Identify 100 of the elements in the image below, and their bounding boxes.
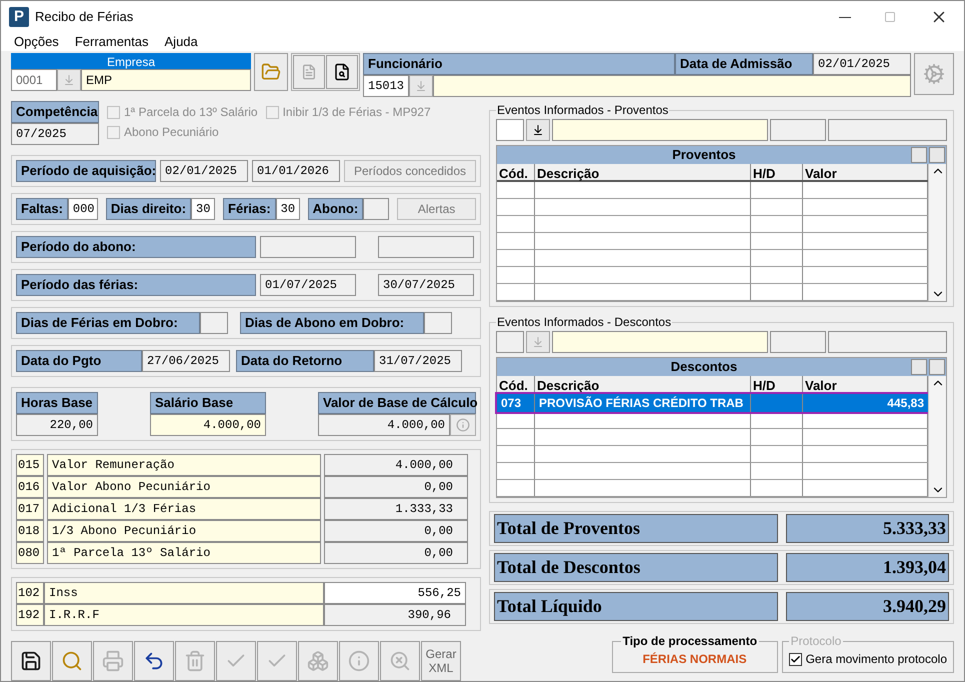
table-cell[interactable]: Valor Remuneração bbox=[47, 454, 321, 476]
field-label: Data do Retorno bbox=[236, 350, 374, 372]
table-cell[interactable]: 0,00 bbox=[324, 476, 468, 498]
input-field[interactable] bbox=[770, 331, 826, 353]
save-icon bbox=[20, 650, 42, 672]
input-field[interactable]: 0001 bbox=[11, 69, 57, 91]
table-cell[interactable]: Adicional 1/3 Férias bbox=[47, 498, 321, 520]
column-header: Cód. bbox=[497, 164, 535, 180]
toolbar-button[interactable] bbox=[11, 641, 51, 681]
undo-icon bbox=[143, 650, 165, 672]
input-field[interactable]: 01/07/2025 bbox=[260, 274, 356, 296]
alerts-button[interactable]: Alertas bbox=[397, 198, 476, 220]
input-field[interactable] bbox=[496, 331, 524, 353]
input-field[interactable]: 4.000,00 bbox=[318, 414, 450, 436]
input-field[interactable]: 30 bbox=[191, 198, 216, 220]
column-header: Descrição bbox=[535, 164, 751, 180]
input-field[interactable] bbox=[260, 236, 356, 258]
input-field[interactable] bbox=[828, 331, 947, 353]
table-cell[interactable]: 1/3 Abono Pecuniário bbox=[47, 520, 321, 542]
field-label: Dias direito: bbox=[106, 198, 192, 220]
menu-item[interactable]: Opções bbox=[14, 32, 59, 52]
table-cell[interactable]: 556,25 bbox=[324, 582, 466, 604]
input-field[interactable]: 27/06/2025 bbox=[142, 350, 230, 372]
maximize-icon[interactable] bbox=[929, 147, 945, 163]
table-cell-text: 445,83 bbox=[886, 395, 925, 412]
toolbar-button[interactable] bbox=[134, 641, 174, 681]
document-icon bbox=[301, 64, 317, 80]
input-field[interactable] bbox=[424, 312, 452, 334]
download-icon bbox=[63, 74, 75, 86]
scrollbar[interactable] bbox=[928, 376, 946, 497]
input-field[interactable]: 01/01/2026 bbox=[252, 160, 340, 182]
input-field[interactable]: 30 bbox=[276, 198, 300, 220]
input-field[interactable]: 02/01/2025 bbox=[813, 53, 911, 75]
input-field[interactable]: 31/07/2025 bbox=[374, 350, 462, 372]
input-field[interactable] bbox=[378, 236, 474, 258]
total-label: Total de Descontos bbox=[494, 553, 778, 582]
input-field[interactable] bbox=[552, 119, 768, 141]
field-label: Horas Base bbox=[16, 392, 98, 414]
input-field[interactable] bbox=[496, 119, 524, 141]
table-cell[interactable]: 102 bbox=[16, 582, 44, 604]
input-field[interactable]: 000 bbox=[68, 198, 98, 220]
field-label: Data de Admissão bbox=[675, 53, 813, 75]
search-button[interactable] bbox=[326, 55, 358, 89]
field-label: Período de aquisição: bbox=[16, 160, 156, 182]
table-cell[interactable]: 0,00 bbox=[324, 542, 468, 564]
table-row[interactable]: 073 PROVISÃO FÉRIAS CRÉDITO TRAB 445,83 bbox=[497, 394, 928, 412]
total-label: Total Líquido bbox=[494, 592, 778, 621]
table-cell[interactable]: 0,00 bbox=[324, 520, 468, 542]
checkbox-label: 1ª Parcela do 13º Salário bbox=[124, 104, 258, 121]
info-button[interactable] bbox=[450, 414, 476, 436]
search-icon bbox=[61, 650, 83, 672]
table-cell[interactable]: 1.333,33 bbox=[324, 498, 468, 520]
minimize-icon[interactable] bbox=[839, 16, 851, 18]
input-field[interactable] bbox=[828, 119, 947, 141]
field-label: Data do Pgto bbox=[16, 350, 142, 372]
checkbox[interactable] bbox=[788, 652, 802, 666]
input-field[interactable] bbox=[433, 75, 911, 97]
table-cell[interactable]: 017 bbox=[16, 498, 44, 520]
table-cell[interactable]: I.R.R.F bbox=[44, 604, 324, 626]
table-cell[interactable]: Valor Abono Pecuniário bbox=[47, 476, 321, 498]
menu-item[interactable]: Ferramentas bbox=[74, 32, 149, 52]
input-field[interactable]: EMP bbox=[81, 69, 251, 91]
download-icon bbox=[532, 124, 544, 136]
input-field[interactable] bbox=[200, 312, 228, 334]
table-cell[interactable]: 016 bbox=[16, 476, 44, 498]
input-field[interactable] bbox=[552, 331, 768, 353]
input-field[interactable]: 02/01/2025 bbox=[160, 160, 248, 182]
download-icon bbox=[415, 80, 427, 92]
table-cell[interactable]: 4.000,00 bbox=[324, 454, 468, 476]
trash-icon bbox=[184, 650, 206, 672]
table-cell[interactable]: 018 bbox=[16, 520, 44, 542]
download-button[interactable] bbox=[526, 119, 550, 141]
input-field[interactable]: 4.000,00 bbox=[150, 414, 266, 436]
input-field[interactable]: 07/2025 bbox=[11, 123, 99, 145]
periods-button[interactable]: Períodos concedidos bbox=[344, 160, 476, 182]
printer-icon bbox=[102, 650, 124, 672]
input-field[interactable] bbox=[363, 198, 390, 220]
grid-title: Descontos bbox=[670, 358, 738, 376]
checkbox-label: Abono Pecuniário bbox=[124, 124, 219, 141]
table-cell[interactable]: 080 bbox=[16, 542, 44, 564]
input-field[interactable]: 15013 bbox=[363, 75, 409, 97]
table-cell[interactable]: 1ª Parcela 13º Salário bbox=[47, 542, 321, 564]
table-cell[interactable]: Inss bbox=[44, 582, 324, 604]
menu-item[interactable]: Ajuda bbox=[164, 32, 198, 52]
field-label: Faltas: bbox=[16, 198, 68, 220]
input-field[interactable]: 220,00 bbox=[16, 414, 98, 436]
field-label: Valor de Base de Cálculo bbox=[318, 392, 476, 414]
settings-button[interactable] bbox=[914, 53, 954, 95]
maximize-icon[interactable] bbox=[929, 359, 945, 375]
field-label: Salário Base bbox=[150, 392, 266, 414]
table-cell[interactable]: 390,96 bbox=[324, 604, 466, 626]
open-folder-button[interactable] bbox=[254, 53, 288, 91]
group-legend: Eventos Informados - Proventos bbox=[496, 101, 670, 119]
table-cell[interactable]: 015 bbox=[16, 454, 44, 476]
checkbox-label: Gera movimento protocolo bbox=[806, 651, 947, 668]
table-cell: PROVISÃO FÉRIAS CRÉDITO TRAB bbox=[535, 394, 751, 412]
table-cell[interactable]: 192 bbox=[16, 604, 44, 626]
input-field[interactable]: 30/07/2025 bbox=[378, 274, 474, 296]
input-field[interactable] bbox=[770, 119, 826, 141]
scrollbar[interactable] bbox=[928, 164, 946, 301]
